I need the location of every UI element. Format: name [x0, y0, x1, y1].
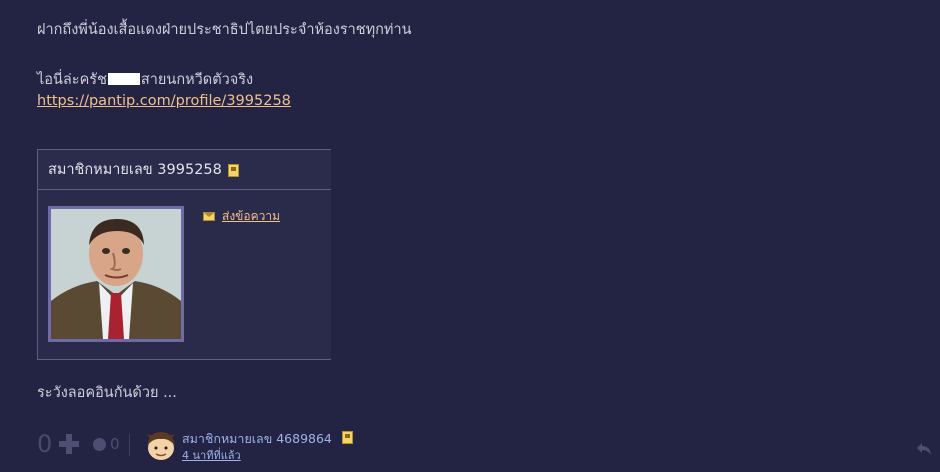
post-line-2-suffix: สายนกหวีดตัวจริง [140, 72, 254, 88]
send-message-label[interactable]: ส่งข้อความ [222, 207, 280, 226]
user-avatar[interactable] [145, 428, 177, 462]
user-avatar-image [146, 432, 176, 460]
profile-link[interactable]: https://pantip.com/profile/3995258 [37, 93, 291, 109]
footer-divider [129, 434, 130, 456]
profile-avatar[interactable] [48, 206, 184, 342]
avatar-image [51, 209, 181, 339]
user-name-label[interactable]: สมาชิกหมายเลข 4689864 [182, 431, 332, 446]
send-message-link[interactable]: ส่งข้อความ [203, 207, 280, 226]
profile-card-title: สมาชิกหมายเลข 3995258 [48, 162, 222, 178]
reply-icon[interactable] [916, 442, 932, 456]
member-badge-icon [341, 431, 353, 444]
profile-card: สมาชิกหมายเลข 3995258 ส่งข้อความ [37, 149, 331, 360]
post-content: ฝากถึงพี่น้องเสื้อแดงฝ่ายประชาธิปไตยประจ… [37, 0, 940, 472]
profile-card-header: สมาชิกหมายเลข 3995258 [38, 150, 331, 190]
post-line-2-prefix: ไอนี่ล่ะครัช [37, 72, 107, 88]
post-time[interactable]: 4 นาทีที่แล้ว [182, 446, 241, 464]
post-line-1: ฝากถึงพี่น้องเสื้อแดงฝ่ายประชาธิปไตยประจ… [37, 22, 412, 38]
envelope-icon [203, 212, 215, 221]
redaction-box [107, 73, 140, 85]
vote-count: 0 [37, 430, 53, 458]
plus-icon[interactable] [59, 434, 79, 454]
member-badge-icon [227, 164, 239, 177]
profile-link-row: https://pantip.com/profile/3995258 [37, 93, 291, 109]
post-line-2: ไอนี่ล่ะครัช สายนกหวีดตัวจริง [37, 68, 253, 91]
emotion-icon[interactable] [93, 438, 106, 451]
post-line-4: ระวังลอคอินกันด้วย ... [37, 385, 177, 401]
post-footer: 0 0 สมาชิกหมายเลข 4689864 4 นาทีที่แล้ว [37, 426, 940, 466]
emotion-count: 0 [110, 435, 120, 453]
